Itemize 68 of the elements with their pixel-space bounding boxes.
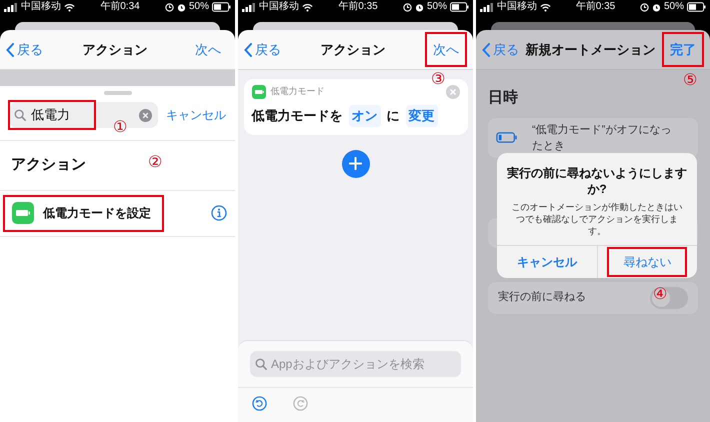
add-action-button[interactable]	[342, 150, 370, 178]
next-button[interactable]: 次へ	[425, 32, 467, 68]
search-field[interactable]: Appおよびアクションを検索	[250, 351, 461, 377]
battery-percent: 50%	[188, 2, 209, 12]
clock-time: 午前0:35	[338, 2, 378, 12]
search-icon	[255, 358, 267, 370]
drag-handle[interactable]	[104, 91, 132, 95]
info-icon	[211, 205, 227, 221]
search-text: 低電力	[31, 106, 70, 124]
trigger-text: “低電力モード”がオフになったとき	[532, 122, 672, 154]
next-button[interactable]: 完了	[662, 32, 704, 68]
remove-icon	[446, 85, 460, 99]
next-button[interactable]: 次へ	[187, 32, 229, 68]
action-text: 低電力モードを	[252, 107, 342, 125]
parameter-token[interactable]: オン	[348, 105, 380, 126]
signal-icon	[4, 2, 18, 12]
parameter-token[interactable]: 変更	[406, 105, 438, 126]
step-number: ②	[148, 155, 162, 171]
section-heading: 日時	[488, 88, 519, 108]
battery-percent: 50%	[664, 2, 684, 12]
alarm-icon	[176, 2, 186, 12]
screen-title: アクション	[320, 40, 386, 59]
battery-percent: 50%	[426, 2, 447, 12]
back-button[interactable]: 戻る	[482, 40, 519, 60]
screen-title: アクション	[82, 40, 148, 59]
wifi-icon	[64, 2, 75, 12]
dialog-button[interactable]: キャンセル	[500, 247, 593, 277]
undo-button[interactable]	[252, 396, 267, 411]
battery-icon	[212, 2, 231, 12]
screen-title: 新規オートメーション	[526, 40, 656, 59]
battery-icon	[496, 132, 518, 143]
carrier-name: 中国移动	[497, 2, 537, 12]
battery-app-icon	[12, 202, 34, 224]
chevron-left-icon	[244, 42, 252, 56]
carrier-name: 中国移动	[21, 2, 61, 12]
step-number: ④	[653, 287, 667, 303]
signal-icon	[242, 2, 256, 12]
setting-label: 実行の前に尋ねる	[498, 290, 586, 306]
redo-icon	[293, 396, 308, 411]
dialog-title: 実行の前に尋ねないようにしますか?	[506, 165, 688, 197]
clock-time: 午前0:34	[100, 2, 140, 12]
undo-icon	[252, 396, 267, 411]
alarm-icon	[414, 2, 424, 12]
back-button[interactable]: 戻る	[6, 40, 43, 60]
battery-app-icon	[252, 85, 266, 99]
action-list-item[interactable]: 低電力モードを設定	[3, 194, 164, 232]
battery-icon	[450, 2, 469, 12]
dialog-message: このオートメーションが作動したときはいつでも確認なしでアクションを実行します。	[510, 201, 684, 238]
step-number: ③	[431, 72, 445, 88]
plus-icon	[349, 157, 362, 170]
back-button[interactable]: 戻る	[244, 40, 281, 60]
chevron-left-icon	[6, 42, 14, 56]
signal-icon	[480, 2, 494, 12]
redo-button[interactable]	[293, 396, 308, 411]
action-text: に	[386, 107, 400, 125]
chevron-left-icon	[482, 42, 490, 56]
dialog-button[interactable]: 尋ねない	[607, 247, 688, 277]
carrier-name: 中国移动	[259, 2, 299, 12]
wifi-icon	[302, 2, 313, 12]
cancel-button[interactable]: キャンセル	[166, 106, 226, 124]
clear-icon	[139, 108, 152, 122]
action-app-name: 低電力モード	[270, 85, 326, 98]
alarm-icon	[652, 2, 661, 12]
search-icon	[14, 109, 26, 121]
clock-time: 午前0:35	[576, 2, 616, 12]
step-number: ⑤	[683, 73, 697, 89]
wifi-icon	[540, 2, 551, 12]
battery-icon	[686, 2, 706, 12]
